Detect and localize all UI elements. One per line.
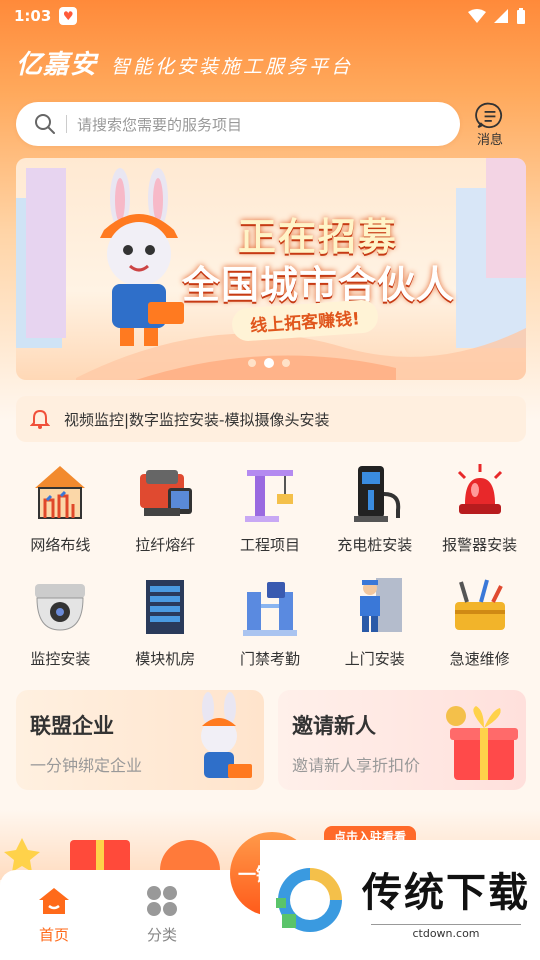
bell-icon	[30, 409, 50, 429]
battery-icon	[517, 8, 525, 24]
service-item-charging-pile[interactable]: 充电桩安装	[322, 460, 427, 566]
message-icon	[475, 102, 503, 129]
service-label: 监控安装	[30, 650, 91, 668]
message-label: 消息	[476, 133, 503, 148]
service-label: 模块机房	[135, 650, 196, 668]
search-placeholder: 请搜索您需要的服务项目	[77, 115, 243, 134]
service-label: 网络布线	[30, 536, 91, 554]
brand-logo: 亿嘉安	[16, 50, 98, 80]
promo-banner[interactable]: 正在招募 全国城市合伙人 线上拓客赚钱!	[16, 158, 526, 380]
notice-bar[interactable]: 视频监控|数字监控安装-模拟摄像头安装	[16, 396, 526, 442]
network-wiring-icon	[35, 466, 86, 519]
tab-label: 首页	[38, 926, 69, 944]
watermark-text: 传统下载 ctdown.com	[362, 860, 530, 940]
notice-text: 视频监控|数字监控安装-模拟摄像头安装	[64, 410, 330, 429]
tab-home[interactable]: 首页	[0, 870, 108, 960]
service-label: 工程项目	[239, 536, 300, 554]
category-icon	[147, 886, 177, 916]
service-item-alarm-installation[interactable]: 报警器安装	[427, 460, 532, 566]
home-icon	[39, 888, 69, 914]
banner-title-line1: 正在招募	[238, 215, 399, 259]
service-label: 拉纤熔纤	[135, 536, 196, 554]
access-gate-icon	[242, 582, 297, 636]
installer-icon	[359, 578, 402, 632]
invite-newcomer-card[interactable]: 邀请新人 邀请新人享折扣价	[278, 690, 526, 790]
service-item-home-installation[interactable]: 上门安装	[322, 574, 427, 680]
service-label: 急速维修	[449, 650, 510, 668]
message-button[interactable]: 消息	[470, 102, 510, 148]
camera-icon	[35, 584, 86, 631]
banner-pagination	[248, 358, 290, 368]
pagination-dot	[248, 359, 256, 367]
service-item-network-wiring[interactable]: 网络布线	[8, 460, 113, 566]
service-label: 上门安装	[344, 650, 405, 668]
app-notification-icon: ♥	[59, 7, 78, 25]
service-item-module-server-room[interactable]: 模块机房	[113, 574, 218, 680]
status-indicators	[468, 8, 526, 24]
search-icon	[35, 114, 55, 134]
service-item-engineering-project[interactable]: 工程项目	[218, 460, 323, 566]
service-grid: 网络布线 拉纤熔纤 工程项目 充电桩安装 报警器安装 监控安装 模块机房 门禁考…	[8, 460, 532, 680]
promo-title: 邀请新人	[292, 714, 376, 738]
charging-pile-icon	[353, 466, 400, 522]
search-input[interactable]: 请搜索您需要的服务项目	[16, 102, 460, 146]
fiber-splicer-icon	[140, 470, 193, 516]
brand-slogan: 智能化安装施工服务平台	[111, 56, 354, 78]
banner-title-line2: 全国城市合伙人	[182, 263, 456, 307]
search-divider	[66, 115, 67, 133]
promo-subtitle: 一分钟绑定企业	[30, 756, 143, 775]
service-item-fiber-splicing[interactable]: 拉纤熔纤	[113, 460, 218, 566]
server-rack-icon	[146, 580, 185, 634]
service-item-surveillance-installation[interactable]: 监控安装	[8, 574, 113, 680]
promo-title: 联盟企业	[30, 714, 114, 738]
pagination-dot-active	[264, 358, 274, 368]
signal-icon	[494, 9, 508, 23]
service-item-express-repair[interactable]: 急速维修	[427, 574, 532, 680]
tab-category[interactable]: 分类	[108, 870, 216, 960]
alarm-light-icon	[457, 464, 502, 514]
service-label: 报警器安装	[442, 536, 518, 554]
service-item-access-attendance[interactable]: 门禁考勤	[218, 574, 323, 680]
service-label: 门禁考勤	[239, 650, 300, 668]
promo-subtitle: 邀请新人享折扣价	[292, 756, 421, 775]
status-bar: 1:03 ♥	[0, 0, 540, 32]
alliance-enterprise-card[interactable]: 联盟企业 一分钟绑定企业	[16, 690, 264, 790]
pagination-dot	[282, 359, 290, 367]
status-time: 1:03	[14, 7, 52, 25]
gift-box-image	[446, 706, 518, 780]
wifi-icon	[468, 9, 486, 23]
watermark-logo-icon	[276, 868, 342, 932]
watermark-url: ctdown.com	[371, 924, 521, 940]
watermark-title: 传统下载	[362, 869, 530, 916]
tab-label: 分类	[146, 926, 177, 944]
crane-icon	[244, 470, 293, 522]
rabbit-worker-image	[201, 692, 252, 778]
toolbox-icon	[454, 579, 505, 630]
brand-header: 亿嘉安 智能化安装施工服务平台	[16, 44, 353, 81]
service-label: 充电桩安装	[337, 536, 413, 554]
watermark: 传统下载 ctdown.com	[260, 840, 540, 960]
